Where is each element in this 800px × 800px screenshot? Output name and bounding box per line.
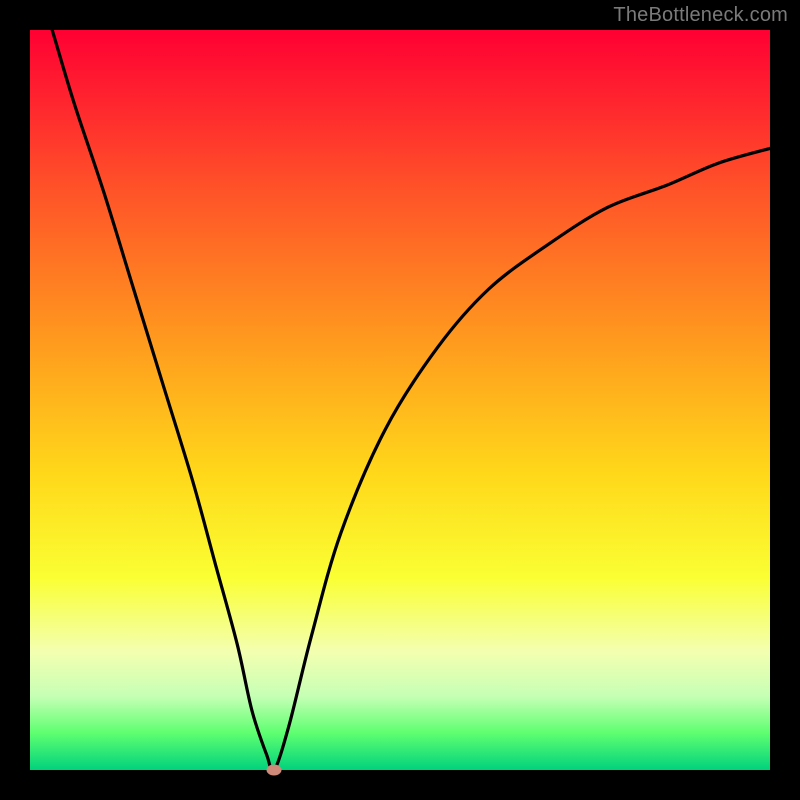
plot-area: [30, 30, 770, 770]
watermark-text: TheBottleneck.com: [613, 4, 788, 27]
curve-svg: [30, 30, 770, 770]
chart-frame: TheBottleneck.com: [0, 0, 800, 800]
bottleneck-curve-path: [30, 30, 770, 770]
min-marker: [267, 765, 282, 776]
